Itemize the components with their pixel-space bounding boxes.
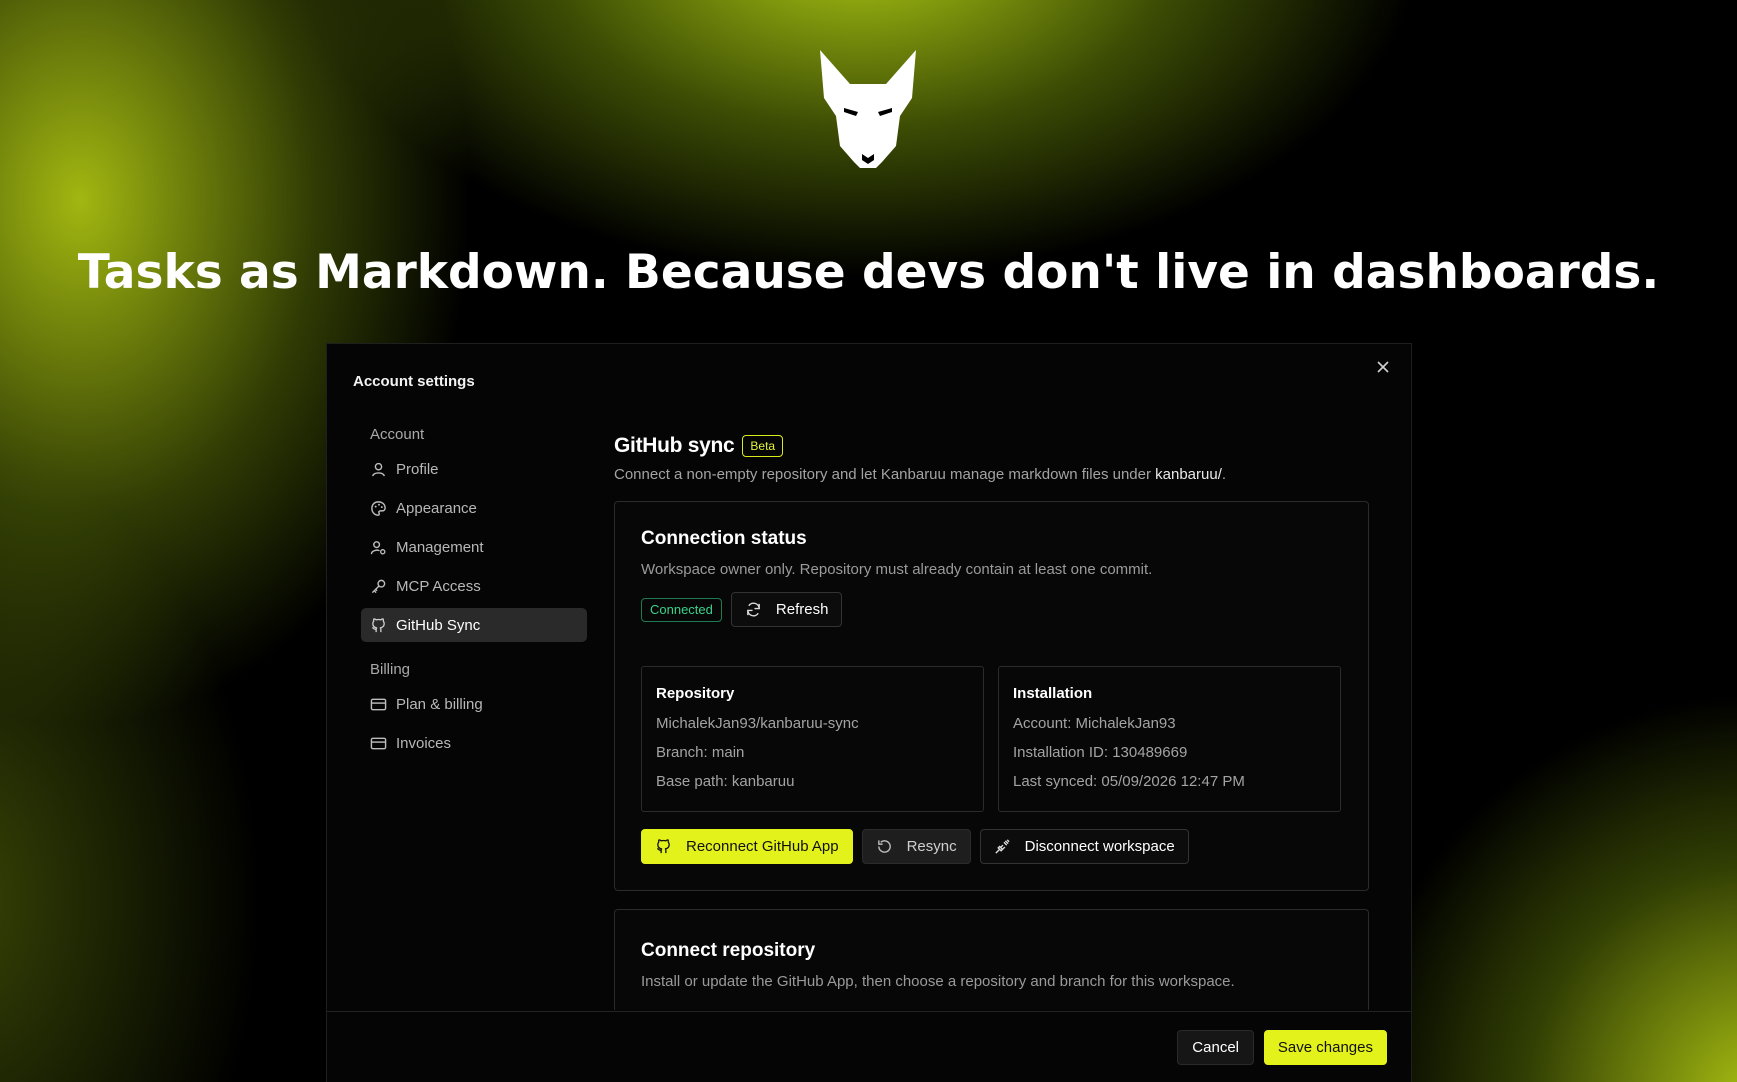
key-icon xyxy=(370,578,387,595)
connection-status-description: Workspace owner only. Repository must al… xyxy=(641,561,1153,578)
connect-repository-description: Install or update the GitHub App, then c… xyxy=(641,973,1235,990)
installation-info-box: Installation Account: MichalekJan93 Inst… xyxy=(998,666,1341,812)
repository-name: MichalekJan93/kanbaruu-sync xyxy=(656,715,859,732)
sidebar-item-label: Appearance xyxy=(396,499,477,517)
cancel-button[interactable]: Cancel xyxy=(1177,1030,1254,1065)
sidebar-item-invoices[interactable]: Invoices xyxy=(361,726,587,760)
repository-title: Repository xyxy=(656,685,735,702)
connect-repository-title: Connect repository xyxy=(641,940,816,961)
last-synced: Last synced: 05/09/2026 12:47 PM xyxy=(1013,773,1245,790)
sidebar-item-label: Management xyxy=(396,538,484,556)
repository-base-path: Base path: kanbaruu xyxy=(656,773,795,790)
save-changes-button[interactable]: Save changes xyxy=(1263,1030,1387,1065)
github-icon xyxy=(370,617,387,634)
sidebar-item-plan-billing[interactable]: Plan & billing xyxy=(361,687,587,721)
sidebar-item-appearance[interactable]: Appearance xyxy=(361,491,587,525)
sidebar-group-billing: Billing xyxy=(370,661,411,678)
hero-headline: Tasks as Markdown. Because devs don't li… xyxy=(77,245,1660,300)
section-description: Connect a non-empty repository and let K… xyxy=(614,466,1227,483)
modal-footer: Cancel Save changes xyxy=(327,1011,1411,1082)
disconnect-workspace-button[interactable]: Disconnect workspace xyxy=(979,829,1189,864)
close-icon[interactable] xyxy=(1373,358,1393,378)
reconnect-github-app-button[interactable]: Reconnect GitHub App xyxy=(641,829,853,864)
beta-badge: Beta xyxy=(742,435,784,457)
user-cog-icon xyxy=(370,539,387,556)
github-sync-panel: GitHub sync Beta Connect a non-empty rep… xyxy=(614,434,1369,1010)
sidebar-item-management[interactable]: Management xyxy=(361,530,587,564)
connection-status-card: Connection status Workspace owner only. … xyxy=(614,501,1369,891)
sidebar-item-label: Plan & billing xyxy=(396,695,483,713)
connect-repository-card: Connect repository Install or update the… xyxy=(614,909,1369,1010)
kanbaruu-path: kanbaruu/ xyxy=(1155,466,1222,483)
sidebar-item-mcp-access[interactable]: MCP Access xyxy=(361,569,587,603)
sidebar-item-label: GitHub Sync xyxy=(396,616,481,634)
credit-card-icon xyxy=(370,735,387,752)
repository-branch: Branch: main xyxy=(656,744,745,761)
installation-account: Account: MichalekJan93 xyxy=(1013,715,1176,732)
installation-title: Installation xyxy=(1013,685,1093,702)
user-icon xyxy=(370,461,387,478)
credit-card-icon xyxy=(370,696,387,713)
connection-status-title: Connection status xyxy=(641,528,807,549)
sidebar-item-profile[interactable]: Profile xyxy=(361,452,587,486)
unplug-icon xyxy=(995,839,1010,854)
account-settings-modal: Account settings Account Profile Appeara… xyxy=(326,343,1412,1082)
repository-info-box: Repository MichalekJan93/kanbaruu-sync B… xyxy=(641,666,984,812)
sidebar-item-github-sync[interactable]: GitHub Sync xyxy=(361,608,587,642)
rotate-ccw-icon xyxy=(877,840,891,853)
sidebar-group-account: Account xyxy=(370,426,425,443)
refresh-icon xyxy=(747,602,760,617)
status-badge: Connected xyxy=(641,597,722,622)
resync-button[interactable]: Resync xyxy=(861,829,971,864)
sidebar-item-label: Profile xyxy=(396,460,439,478)
settings-sidebar: Account Profile Appearance Management MC… xyxy=(361,426,587,765)
github-icon xyxy=(656,839,670,854)
refresh-button[interactable]: Refresh xyxy=(730,592,843,627)
modal-title: Account settings xyxy=(353,373,475,390)
kangaroo-logo-icon xyxy=(820,50,916,168)
sidebar-item-label: Invoices xyxy=(396,734,452,752)
section-title: GitHub sync xyxy=(614,434,735,457)
palette-icon xyxy=(370,500,387,517)
sidebar-item-label: MCP Access xyxy=(396,577,481,595)
installation-id: Installation ID: 130489669 xyxy=(1013,744,1188,761)
